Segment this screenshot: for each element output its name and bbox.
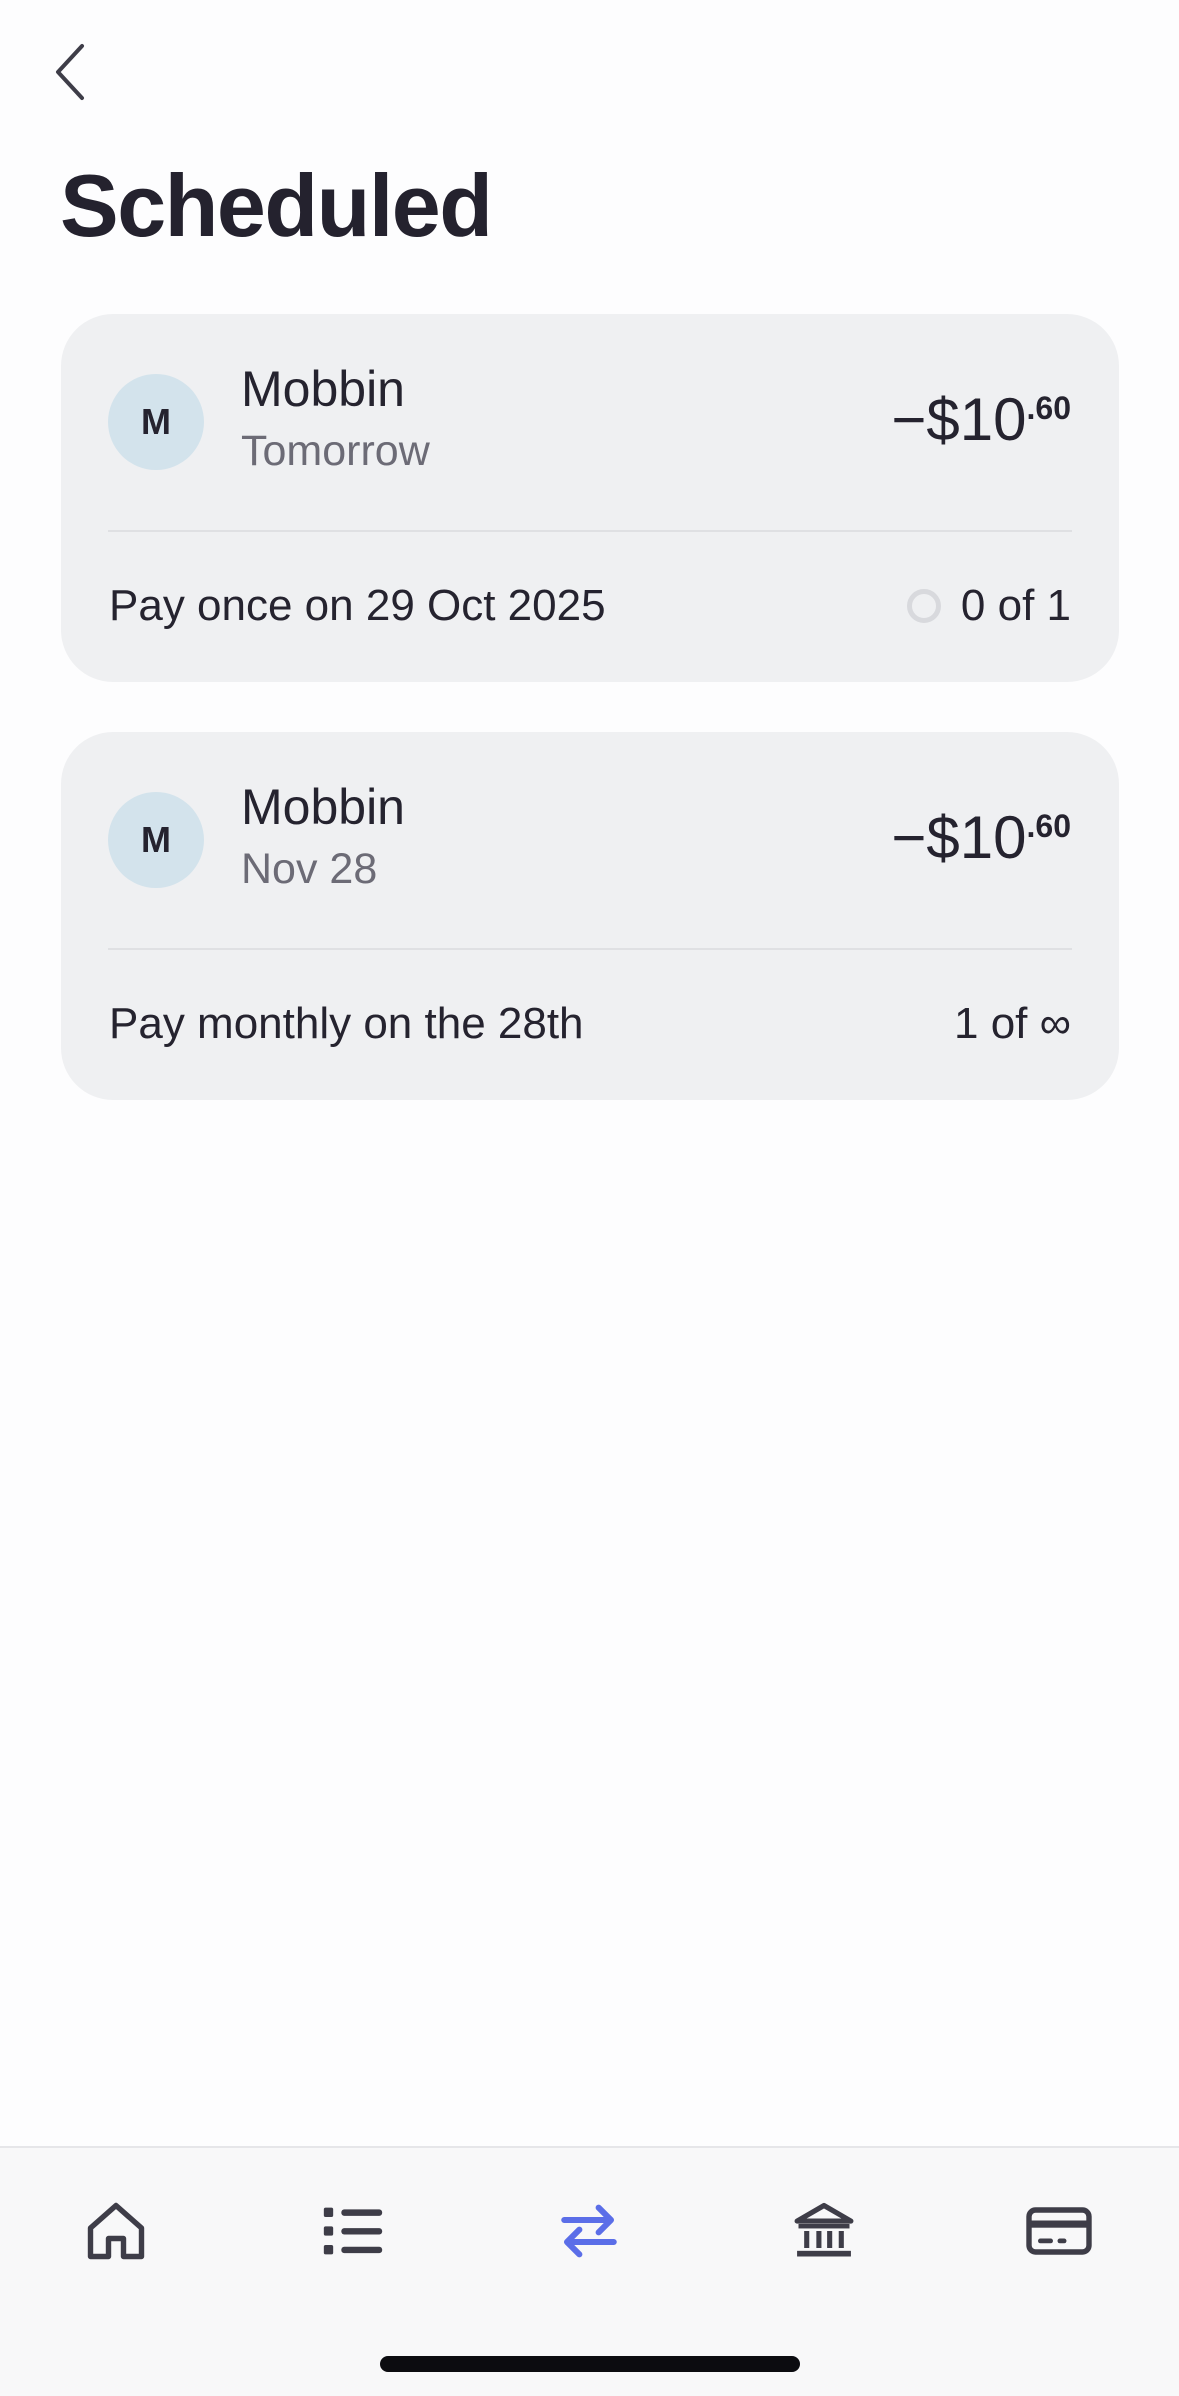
back-button[interactable]: [40, 36, 100, 108]
divider: [108, 948, 1072, 950]
amount-main: −$10: [891, 804, 1027, 871]
due-date: Nov 28: [241, 845, 378, 893]
amount-cents: .60: [1026, 390, 1071, 426]
scheduled-payment-card[interactable]: M Mobbin Nov 28 −$10 .60 Pay monthly on …: [61, 732, 1119, 1100]
scheduled-payment-card[interactable]: M Mobbin Tomorrow −$10 .60 Pay once on 2…: [61, 314, 1119, 682]
tab-cards[interactable]: [1004, 2176, 1114, 2286]
progress-count: 1 of ∞: [954, 999, 1071, 1048]
home-indicator: [380, 2356, 800, 2372]
payment-progress: 0 of 1: [906, 581, 1071, 630]
chevron-left-icon: [56, 44, 84, 100]
tab-bar: [0, 2146, 1179, 2396]
home-icon: [87, 2202, 145, 2260]
amount: −$10 .60: [891, 390, 1071, 450]
due-date: Tomorrow: [241, 427, 430, 475]
progress-count: 0 of 1: [960, 581, 1071, 630]
bank-icon: [794, 2202, 854, 2257]
tab-transfers[interactable]: [534, 2176, 644, 2286]
tab-home[interactable]: [61, 2176, 171, 2286]
page-title: Scheduled: [60, 156, 493, 255]
tab-accounts[interactable]: [769, 2176, 879, 2286]
transfer-arrows-icon: [561, 2204, 617, 2258]
scheduled-screen: Scheduled M Mobbin Tomorrow −$10 .60 Pay…: [0, 0, 1179, 2396]
amount-main: −$10: [891, 386, 1027, 453]
empty-circle-icon: [906, 589, 941, 624]
amount: −$10 .60: [891, 808, 1071, 868]
payment-progress: 1 of ∞: [954, 999, 1071, 1048]
list-icon: [323, 2207, 383, 2255]
schedule-description: Pay once on 29 Oct 2025: [109, 581, 606, 630]
payee-name: Mobbin: [241, 779, 405, 835]
tab-activity[interactable]: [298, 2176, 408, 2286]
schedule-description: Pay monthly on the 28th: [109, 999, 584, 1048]
amount-cents: .60: [1026, 808, 1071, 844]
avatar: M: [108, 374, 204, 470]
avatar: M: [108, 792, 204, 888]
payee-name: Mobbin: [241, 361, 405, 417]
card-icon: [1026, 2207, 1092, 2255]
divider: [108, 530, 1072, 532]
